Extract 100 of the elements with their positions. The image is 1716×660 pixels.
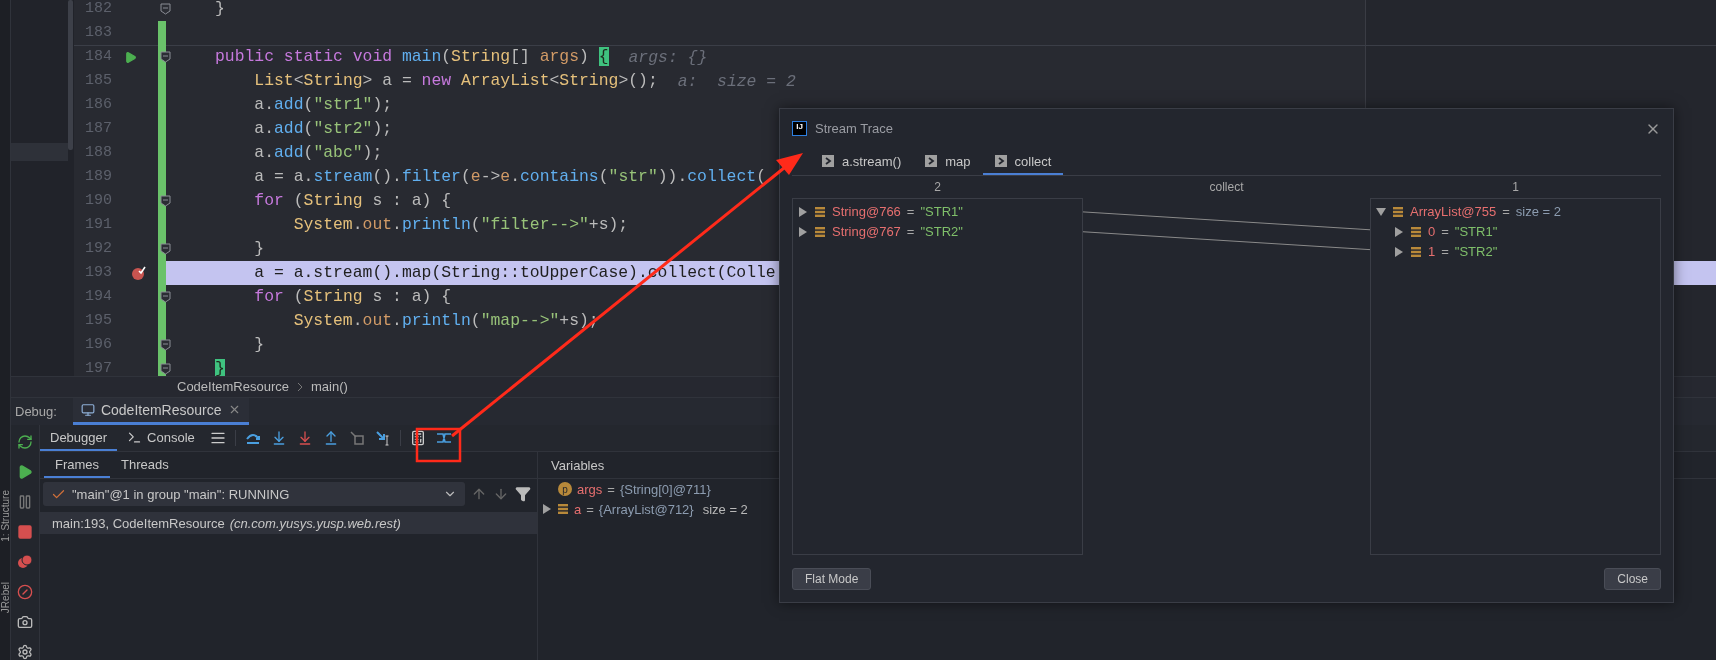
console-icon: [127, 429, 143, 445]
tree-item-name: 0: [1428, 224, 1436, 239]
line-number: 196: [84, 335, 113, 355]
resume-icon[interactable]: [17, 464, 33, 480]
line-number: 186: [84, 95, 113, 115]
drop-frame-icon[interactable]: [348, 430, 365, 446]
column-header: collect: [1208, 179, 1245, 194]
code-line: for (String s : a) {: [253, 190, 452, 212]
dialog-title: Stream Trace: [815, 121, 895, 137]
expand-arrow-icon[interactable]: [1394, 246, 1404, 257]
line-number: 189: [84, 167, 113, 187]
code-line: List<String> a = new ArrayList<String>();: [253, 70, 658, 92]
frame-row[interactable]: main:193, CodeItemResource (cn.com.yusys.yusp.web.rest): [40, 512, 537, 534]
field-icon: [557, 503, 569, 515]
line-number: 195: [84, 311, 113, 331]
mute-breakpoints-icon[interactable]: [17, 584, 33, 600]
app-logo: IJ: [792, 121, 807, 137]
fold-icon[interactable]: [160, 51, 171, 63]
variable-name: a: [574, 501, 582, 517]
frame-location: main:193, CodeItemResource: [52, 515, 225, 531]
fold-icon[interactable]: [160, 291, 171, 303]
debug-label: Debug:: [15, 403, 57, 419]
fold-icon[interactable]: [160, 195, 171, 207]
tree-item-value: "STR1": [1454, 224, 1498, 239]
fold-icon[interactable]: [160, 363, 171, 375]
settings-icon[interactable]: [17, 644, 33, 660]
column-header: 2: [933, 179, 942, 194]
inlay-hint: a: size = 2: [677, 71, 796, 91]
expand-arrow-icon[interactable]: [1394, 226, 1404, 237]
filter-icon[interactable]: [515, 486, 531, 502]
panel-tab[interactable]: Threads: [110, 452, 180, 478]
run-to-cursor-icon[interactable]: [374, 430, 391, 446]
tool-window-label[interactable]: JRebel: [0, 581, 11, 613]
flat-mode-button[interactable]: Flat Mode: [792, 568, 872, 590]
tree-item-name: String@767: [832, 224, 901, 239]
line-number: 194: [84, 287, 113, 307]
code-line: System.out.println("filter-->"+s);: [292, 214, 629, 236]
code-line: }: [253, 238, 265, 260]
tree-item-name: ArrayList@755: [1410, 204, 1497, 219]
panel-tab[interactable]: Console: [117, 425, 205, 451]
equals-sign: =: [586, 501, 594, 517]
breadcrumb-item[interactable]: CodeItemResource: [177, 379, 289, 395]
equals-sign: =: [906, 224, 915, 239]
previous-frame-icon[interactable]: [471, 486, 487, 502]
chevron-icon: [297, 381, 303, 392]
tree-item-name: 1: [1428, 244, 1436, 259]
thread-dropdown[interactable]: "main"@1 in group "main": RUNNING: [43, 482, 465, 506]
code-line: a.add("abc");: [253, 142, 383, 164]
trace-stream-icon[interactable]: [435, 430, 452, 446]
stop-icon[interactable]: [17, 524, 33, 540]
breakpoints-icon[interactable]: [17, 554, 33, 570]
fold-icon[interactable]: [160, 339, 171, 351]
highlight-frame: [415, 427, 462, 463]
breakpoint-icon[interactable]: [131, 265, 147, 281]
field-icon: [1410, 245, 1422, 258]
variable-value: {String[0]@711}: [619, 481, 711, 497]
stage-tab[interactable]: map: [913, 150, 983, 175]
expand-arrow-icon[interactable]: [798, 206, 808, 217]
parameter-icon: p: [558, 482, 572, 496]
collapse-arrow-icon[interactable]: [1376, 206, 1386, 217]
panel-tab[interactable]: Frames: [44, 452, 111, 478]
column-header: 1: [1511, 179, 1520, 194]
line-number: 184: [84, 47, 113, 67]
field-icon: [814, 205, 826, 218]
stage-tab[interactable]: collect: [982, 150, 1064, 175]
next-frame-icon[interactable]: [493, 486, 509, 502]
code-line: }: [215, 0, 225, 20]
stage-tab[interactable]: a.stream(): [810, 150, 914, 175]
session-tab[interactable]: CodeItemResource: [72, 397, 249, 425]
camera-icon[interactable]: [17, 614, 33, 630]
tool-window-label[interactable]: 1: Structure: [0, 490, 11, 542]
menu-icon[interactable]: [209, 430, 226, 446]
pause-icon[interactable]: [17, 494, 33, 510]
variable-size: size = 2: [702, 501, 748, 517]
equals-sign: =: [1441, 224, 1449, 239]
expand-arrow-icon[interactable]: [798, 226, 808, 237]
tree-item-name: String@766: [832, 204, 901, 219]
breadcrumb-item[interactable]: main(): [311, 379, 348, 395]
expand-arrow-icon[interactable]: [542, 504, 552, 514]
rerun-icon[interactable]: [17, 434, 33, 450]
line-number: 183: [84, 23, 113, 43]
run-icon[interactable]: [124, 50, 137, 64]
tree-item-value: size = 2: [1515, 204, 1561, 219]
fold-icon[interactable]: [160, 243, 171, 255]
scrollbar[interactable]: [68, 0, 73, 150]
equals-sign: =: [906, 204, 915, 219]
line-number: 182: [84, 0, 113, 19]
calculator-icon[interactable]: [409, 430, 426, 446]
equals-sign: =: [607, 481, 615, 497]
field-icon: [814, 225, 826, 238]
panel-tab[interactable]: Debugger: [40, 425, 118, 451]
close-button[interactable]: Close: [1604, 568, 1661, 590]
fold-icon[interactable]: [160, 3, 171, 15]
line-number: 193: [84, 263, 113, 283]
inlay-hint: args: {}: [628, 47, 708, 67]
equals-sign: =: [1502, 204, 1510, 219]
line-number: 191: [84, 215, 113, 235]
frame-package: (cn.com.yusys.yusp.web.rest): [229, 515, 401, 531]
variable-value: {ArrayList@712}: [598, 501, 694, 517]
tree-item-value: "STR1": [920, 204, 963, 219]
